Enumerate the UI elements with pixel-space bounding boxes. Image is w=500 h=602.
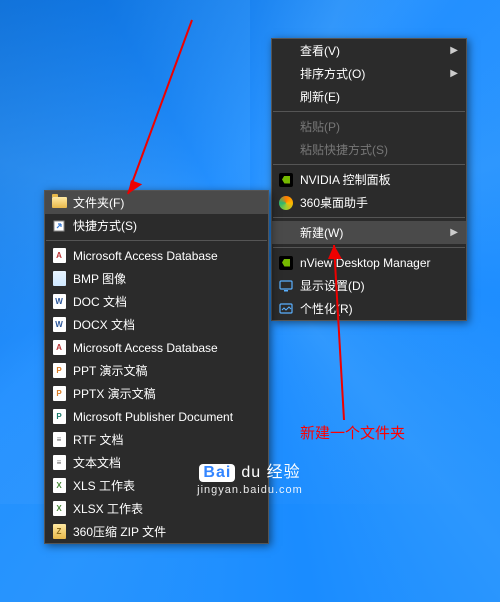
menu-new-ppt[interactable]: P PPT 演示文稿 [45, 359, 268, 382]
menu-label: 文件夹(F) [73, 194, 124, 211]
separator [273, 111, 465, 112]
chevron-right-icon: ▶ [450, 227, 458, 238]
menu-new-zip[interactable]: Z 360压缩 ZIP 文件 [45, 520, 268, 543]
menu-label: NVIDIA 控制面板 [300, 171, 391, 188]
annotation-arrow-bottom [334, 245, 344, 255]
menu-new-bmp[interactable]: BMP 图像 [45, 267, 268, 290]
context-menu-main: 查看(V) ▶ 排序方式(O) ▶ 刷新(E) 粘贴(P) 粘贴快捷方式(S) NV… [271, 38, 467, 321]
separator [273, 164, 465, 165]
separator [46, 240, 267, 241]
menu-paste: 粘贴(P) [272, 115, 466, 138]
menu-label: 显示设置(D) [300, 277, 365, 294]
menu-360-desktop[interactable]: 360桌面助手 [272, 191, 466, 214]
menu-label: Microsoft Access Database [73, 249, 218, 263]
separator [273, 217, 465, 218]
publisher-icon: P [51, 409, 67, 425]
menu-new-access2[interactable]: A Microsoft Access Database [45, 336, 268, 359]
menu-new[interactable]: 新建(W) ▶ [272, 221, 466, 244]
pptx-icon: P [51, 386, 67, 402]
menu-label: 刷新(E) [300, 88, 340, 105]
menu-label: 粘贴快捷方式(S) [300, 141, 388, 158]
menu-label: 查看(V) [300, 42, 340, 59]
menu-new-shortcut[interactable]: 快捷方式(S) [45, 214, 268, 237]
baidu-logo-icon: Bai [199, 464, 235, 482]
watermark-url: jingyan.baidu.com [0, 484, 500, 496]
display-icon [278, 278, 294, 294]
nvidia-icon [278, 172, 294, 188]
menu-nvidia[interactable]: NVIDIA 控制面板 [272, 168, 466, 191]
menu-sort[interactable]: 排序方式(O) ▶ [272, 62, 466, 85]
access-icon: A [51, 248, 67, 264]
menu-personalize[interactable]: 个性化(R) [272, 297, 466, 320]
menu-label: BMP 图像 [73, 270, 126, 287]
docx-icon: W [51, 317, 67, 333]
menu-new-folder[interactable]: 文件夹(F) [45, 191, 268, 214]
desktop[interactable]: 查看(V) ▶ 排序方式(O) ▶ 刷新(E) 粘贴(P) 粘贴快捷方式(S) NV… [0, 0, 500, 504]
xlsx-icon: X [51, 501, 67, 517]
menu-refresh[interactable]: 刷新(E) [272, 85, 466, 108]
chevron-right-icon: ▶ [450, 45, 458, 56]
menu-label: Microsoft Access Database [73, 341, 218, 355]
menu-label: DOCX 文档 [73, 316, 135, 333]
nview-icon [278, 255, 294, 271]
personalize-icon [278, 301, 294, 317]
watermark-product: 经验 [267, 464, 301, 481]
doc-icon: W [51, 294, 67, 310]
menu-view[interactable]: 查看(V) ▶ [272, 39, 466, 62]
360-icon [278, 195, 294, 211]
menu-label: 排序方式(O) [300, 65, 365, 82]
menu-label: PPTX 演示文稿 [73, 385, 156, 402]
annotation-arrow-top [128, 20, 138, 30]
menu-new-rtf[interactable]: ≡ RTF 文档 [45, 428, 268, 451]
menu-new-pptx[interactable]: P PPTX 演示文稿 [45, 382, 268, 405]
menu-nview[interactable]: nView Desktop Manager [272, 251, 466, 274]
menu-paste-shortcut: 粘贴快捷方式(S) [272, 138, 466, 161]
menu-new-publisher[interactable]: P Microsoft Publisher Document [45, 405, 268, 428]
menu-label: 快捷方式(S) [73, 217, 137, 234]
menu-label: nView Desktop Manager [300, 256, 431, 270]
menu-new-doc[interactable]: W DOC 文档 [45, 290, 268, 313]
menu-new-docx[interactable]: W DOCX 文档 [45, 313, 268, 336]
watermark: Baidu 经验 jingyan.baidu.com [0, 458, 500, 496]
rtf-icon: ≡ [51, 432, 67, 448]
menu-label: RTF 文档 [73, 431, 123, 448]
menu-label: 360压缩 ZIP 文件 [73, 523, 166, 540]
menu-label: 360桌面助手 [300, 194, 368, 211]
bmp-icon [51, 271, 67, 287]
zip-icon: Z [51, 524, 67, 540]
menu-new-access[interactable]: A Microsoft Access Database [45, 244, 268, 267]
menu-label: 个性化(R) [300, 300, 353, 317]
menu-label: PPT 演示文稿 [73, 362, 147, 379]
menu-label: 粘贴(P) [300, 118, 340, 135]
watermark-du: du [241, 464, 261, 481]
menu-display-settings[interactable]: 显示设置(D) [272, 274, 466, 297]
menu-label: 新建(W) [300, 224, 343, 241]
chevron-right-icon: ▶ [450, 68, 458, 79]
separator [273, 247, 465, 248]
folder-icon [51, 195, 67, 211]
annotation-caption: 新建一个文件夹 [300, 422, 405, 443]
menu-label: DOC 文档 [73, 293, 127, 310]
menu-label: XLSX 工作表 [73, 500, 143, 517]
ppt-icon: P [51, 363, 67, 379]
access-icon: A [51, 340, 67, 356]
menu-label: Microsoft Publisher Document [73, 410, 233, 424]
menu-new-xlsx[interactable]: X XLSX 工作表 [45, 497, 268, 520]
shortcut-icon [51, 218, 67, 234]
